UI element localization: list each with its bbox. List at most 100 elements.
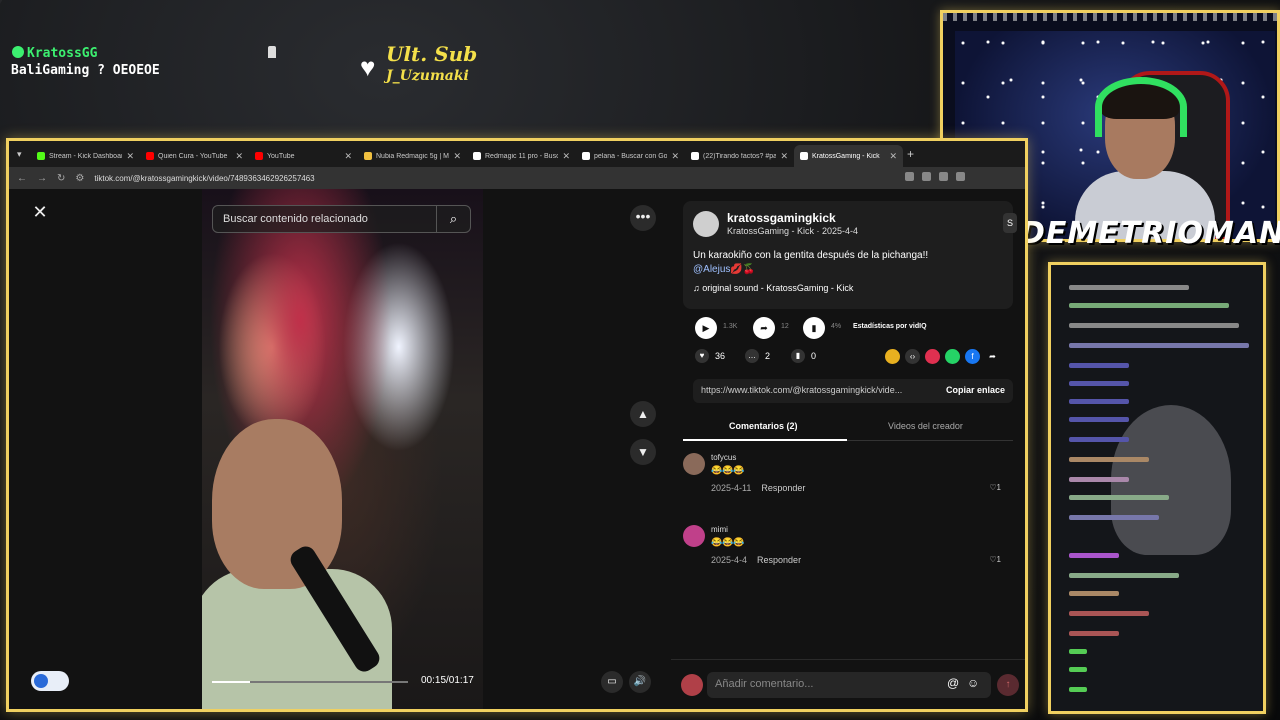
new-tab-button[interactable]: + (907, 147, 914, 161)
translate-icon[interactable] (905, 172, 914, 181)
copy-link-button[interactable]: Copiar enlace (946, 385, 1005, 395)
chat-line (1069, 285, 1189, 290)
tab-nubia[interactable]: Nubia Redmagic 5g | Me ✕ (358, 145, 467, 167)
comment-icon: … (745, 349, 759, 363)
emoji-icon[interactable]: ☺ (967, 676, 979, 690)
comment-like[interactable]: ♡1 (989, 483, 1001, 492)
tab-tiktok-factos[interactable]: (22)Tirando factos? #pan ✕ (685, 145, 794, 167)
sound-label: original sound - KratossGaming - Kick (702, 283, 854, 293)
close-tab-icon[interactable]: ✕ (562, 151, 570, 162)
tab-youtube[interactable]: YouTube ✕ (249, 145, 358, 167)
share-arrow-icon[interactable]: ➦ (753, 317, 775, 339)
whatsapp-icon[interactable] (945, 349, 960, 364)
follow-button[interactable]: S (1003, 213, 1017, 233)
chat-line (1069, 457, 1149, 462)
author-avatar[interactable] (693, 211, 719, 237)
overlay-chat-username: KratossGG (27, 46, 98, 61)
mention-icon[interactable]: @ (947, 676, 959, 690)
volume-icon[interactable]: 🔊 (629, 671, 651, 693)
stats-icon[interactable]: ▮ (803, 317, 825, 339)
author-username[interactable]: kratossgamingkick (727, 211, 836, 225)
comment-stat[interactable]: … 2 (745, 349, 770, 363)
play-count-icon[interactable]: ▶ (695, 317, 717, 339)
chat-line (1069, 687, 1087, 692)
site-info-icon[interactable]: ⚙ (75, 173, 84, 184)
commenter-avatar[interactable] (683, 525, 705, 547)
share-icons: ‹› f ➦ (885, 349, 1000, 364)
more-share-icon[interactable]: ➦ (985, 349, 1000, 364)
tab-list-icon[interactable]: ▾ (17, 149, 31, 160)
related-search-input[interactable]: Buscar contenido relacionado ⌕ (212, 205, 471, 233)
share-icon[interactable] (939, 172, 948, 181)
comment-like-count: 1 (996, 483, 1001, 492)
tab-comments[interactable]: Comentarios (2) (729, 421, 798, 431)
reply-button[interactable]: Responder (761, 483, 805, 493)
stream-scene: KratossGG BaliGaming ? OEOEOE ♥ Ult. Sub… (0, 0, 1280, 720)
next-video-icon[interactable]: ▼ (630, 439, 656, 465)
tab-redmagic-search[interactable]: Redmagic 11 pro - Busca ✕ (467, 145, 576, 167)
comment-meta: 2025-4-4 Responder (711, 555, 801, 565)
embed-icon[interactable]: ‹› (905, 349, 920, 364)
description-text: Un karaokiño con la gentita después de l… (693, 250, 929, 261)
heart-outline-icon: ♡ (989, 555, 997, 564)
stream-chat-panel (1048, 262, 1266, 714)
close-icon[interactable]: ✕ (29, 201, 51, 223)
copy-link-row: https://www.tiktok.com/@kratossgamingkic… (693, 379, 1013, 403)
video-description: Un karaokiño con la gentita después de l… (693, 249, 1003, 277)
close-tab-icon[interactable]: ✕ (344, 151, 352, 162)
tab-strip: ▾ Stream - Kick Dashboard ✕ Quien Cura - … (9, 141, 1025, 167)
sound-link[interactable]: ♫ original sound - KratossGaming - Kick (693, 283, 853, 293)
bookmark-star-icon[interactable] (956, 172, 965, 181)
close-tab-icon[interactable]: ✕ (126, 151, 134, 162)
video-info-card: kratossgamingkick KratossGaming - Kick ·… (683, 201, 1017, 309)
comment-item: mimi 😂😂😂 2025-4-4 Responder ♡1 (683, 525, 1013, 585)
send-comment-button[interactable]: ↑ (997, 674, 1019, 696)
tab-label: YouTube (267, 152, 295, 160)
youtube-favicon-icon (146, 152, 154, 160)
facebook-icon[interactable]: f (965, 349, 980, 364)
coin-share-icon[interactable] (885, 349, 900, 364)
video-player[interactable] (202, 189, 483, 709)
comment-text: 😂😂😂 (711, 537, 745, 547)
tab-label: Stream - Kick Dashboard (49, 152, 123, 160)
save-stat[interactable]: ▮ 0 (791, 349, 816, 363)
search-icon[interactable]: ⌕ (436, 206, 470, 232)
frame-decoration (943, 13, 1277, 21)
close-tab-icon[interactable]: ✕ (889, 151, 897, 162)
address-bar: ← → ↻ ⚙ tiktok.com/@kratossgamingkick/vi… (9, 167, 1025, 189)
reload-icon[interactable]: ↻ (57, 173, 65, 184)
comment-like[interactable]: ♡1 (989, 555, 1001, 564)
bookmark-icon: ▮ (791, 349, 805, 363)
forward-icon[interactable]: → (37, 173, 47, 184)
tab-creator-videos[interactable]: Videos del creador (888, 421, 963, 431)
url-field[interactable]: tiktok.com/@kratossgamingkick/video/7489… (94, 174, 314, 183)
zoom-icon[interactable] (922, 172, 931, 181)
commenter-name[interactable]: mimi (711, 525, 728, 534)
tab-label: KratossGaming - Kick (812, 152, 880, 160)
chat-line (1069, 631, 1119, 636)
reply-button[interactable]: Responder (757, 555, 801, 565)
autoscroll-toggle[interactable] (31, 671, 69, 691)
commenter-avatar[interactable] (683, 453, 705, 475)
tiktok-favicon-icon (691, 152, 699, 160)
close-tab-icon[interactable]: ✕ (235, 151, 243, 162)
tab-label: Redmagic 11 pro - Busca (485, 152, 559, 160)
commenter-name[interactable]: tofycus (711, 453, 736, 462)
back-icon[interactable]: ← (17, 173, 27, 184)
video-progress-bar[interactable] (212, 681, 408, 683)
tab-quien-cura[interactable]: Quien Cura - YouTube ✕ (140, 145, 249, 167)
previous-video-icon[interactable]: ▲ (630, 401, 656, 427)
send-icon[interactable] (925, 349, 940, 364)
close-tab-icon[interactable]: ✕ (780, 151, 788, 162)
like-stat[interactable]: ♥ 36 (695, 349, 725, 363)
picture-in-picture-icon[interactable]: ▭ (601, 671, 623, 693)
tab-kick-dashboard[interactable]: Stream - Kick Dashboard ✕ (31, 145, 140, 167)
overlay-chat-user: KratossGG (12, 46, 97, 61)
more-options-icon[interactable]: ••• (630, 205, 656, 231)
chat-line (1069, 649, 1087, 654)
close-tab-icon[interactable]: ✕ (453, 151, 461, 162)
tab-kratossgaming-active[interactable]: KratossGaming - Kick ✕ (794, 145, 903, 167)
mention-link[interactable]: @Alejus (693, 264, 730, 275)
close-tab-icon[interactable]: ✕ (671, 151, 679, 162)
tab-pelana-search[interactable]: pelana - Buscar con Goo ✕ (576, 145, 685, 167)
